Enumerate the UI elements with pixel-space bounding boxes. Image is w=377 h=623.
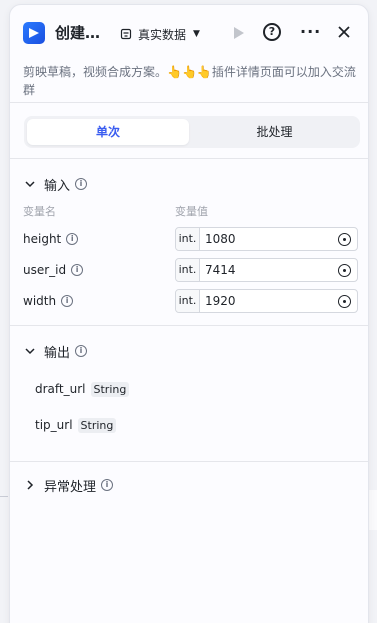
output-section-title: 输出 [44, 345, 71, 361]
stepper-icon[interactable] [338, 232, 351, 246]
canvas-node-edge [368, 490, 377, 530]
divider [10, 325, 368, 326]
type-badge: String [90, 381, 130, 397]
plugin-description: 剪映草稿，视频合成方案。👆👆👆插件详情页面可以加入交流群 [23, 65, 356, 97]
var-label-height: height i [23, 229, 79, 249]
help-icon[interactable]: ? [263, 23, 281, 41]
play-icon[interactable] [232, 25, 246, 41]
node-test-panel: 创建… 真实数据 ▼ ? ··· 剪映草稿，视频合成方案。👆👆👆插件详情页面可以… [9, 4, 369, 623]
exception-section-header[interactable]: 异常处理 i [23, 475, 114, 495]
run-mode-tabs: 单次 批处理 [24, 116, 360, 148]
tab-single[interactable]: 单次 [27, 119, 189, 145]
type-badge: String [77, 417, 117, 433]
output-section-header[interactable]: 输出 i [23, 341, 88, 361]
user-id-value[interactable]: 7414 [205, 263, 338, 277]
width-input[interactable]: int. 1920 [175, 289, 358, 313]
data-mode-label: 真实数据 [138, 27, 187, 42]
info-icon: i [66, 233, 79, 245]
column-header-name: 变量名 [23, 205, 56, 218]
more-icon[interactable]: ··· [300, 23, 321, 41]
app-icon [23, 22, 45, 44]
database-icon [120, 28, 132, 40]
info-icon: i [75, 178, 88, 190]
chevron-down-icon [25, 181, 35, 188]
var-label-width: width i [23, 291, 74, 311]
chevron-right-icon [27, 480, 34, 490]
info-icon: i [101, 479, 114, 491]
user-id-input[interactable]: int. 7414 [175, 258, 358, 282]
height-value[interactable]: 1080 [205, 232, 338, 246]
width-value[interactable]: 1920 [205, 294, 338, 308]
panel-title: 创建… [55, 24, 101, 42]
stepper-icon[interactable] [338, 294, 351, 308]
close-icon[interactable] [336, 24, 352, 40]
output-field-draft-url: draft_url String [35, 379, 130, 399]
type-tag: int. [176, 228, 200, 250]
divider [10, 102, 368, 103]
divider [10, 461, 368, 462]
caret-down-icon: ▼ [193, 29, 200, 39]
info-icon: i [61, 295, 74, 307]
exception-section-title: 异常处理 [44, 479, 97, 495]
output-field-tip-url: tip_url String [35, 415, 117, 435]
panel-header: 创建… 真实数据 ▼ ? ··· [10, 5, 368, 59]
type-tag: int. [176, 290, 200, 312]
stepper-icon[interactable] [338, 263, 351, 277]
tab-batch[interactable]: 批处理 [192, 119, 357, 145]
info-icon: i [75, 345, 88, 357]
input-section-title: 输入 [44, 178, 71, 194]
column-header-value: 变量值 [175, 205, 208, 218]
pointing-hands-emoji: 👆👆👆 [167, 65, 212, 79]
var-label-user-id: user_id i [23, 260, 84, 280]
info-icon: i [71, 264, 84, 276]
canvas-connector-line [0, 496, 8, 497]
type-tag: int. [176, 259, 200, 281]
divider [10, 158, 368, 159]
data-mode-dropdown[interactable]: 真实数据 ▼ [120, 24, 200, 44]
chevron-down-icon [25, 348, 35, 355]
height-input[interactable]: int. 1080 [175, 227, 358, 251]
input-section-header[interactable]: 输入 i [23, 174, 88, 194]
